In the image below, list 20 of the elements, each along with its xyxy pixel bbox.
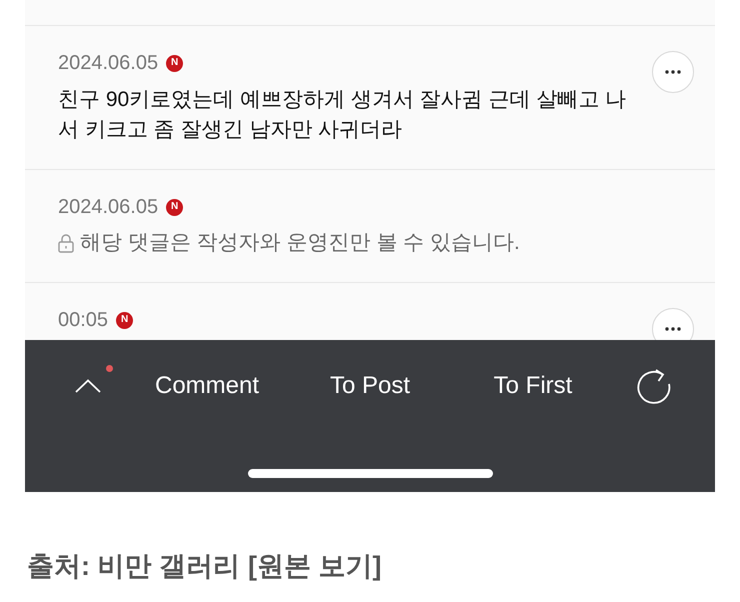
- lock-icon: [58, 233, 74, 253]
- toolbar-button[interactable]: Comment: [154, 372, 260, 400]
- comment-date: 00:05: [58, 308, 108, 332]
- view-original-link[interactable]: [원본 보기]: [248, 549, 382, 583]
- n-badge-icon: N: [166, 198, 184, 216]
- refresh-button[interactable]: [636, 368, 672, 404]
- comment-text: 친구 90키로였는데 예쁘장하게 생겨서 잘사귐 근데 살빼고 나서 키크고 좀 잘생긴 남자만 사귀더라: [58, 87, 628, 143]
- chevron-up-icon: [74, 379, 100, 393]
- comment-date: 2024.06.05: [58, 51, 158, 75]
- more-icon: [665, 327, 681, 331]
- toolbar-button[interactable]: To First: [494, 372, 572, 400]
- source-caption: 출처: 비만 갤러리: [27, 550, 240, 583]
- private-comment-notice: 해당 댓글은 작성자와 운영진만 볼 수 있습니다.: [80, 230, 520, 256]
- refresh-icon: [636, 368, 672, 404]
- scroll-up-button[interactable]: [74, 379, 100, 393]
- n-badge-icon: N: [166, 54, 184, 72]
- comment-date: 2024.06.05: [58, 195, 158, 219]
- toolbar-button[interactable]: To Post: [330, 372, 410, 400]
- more-icon: [665, 70, 681, 74]
- n-badge-icon: N: [116, 312, 134, 328]
